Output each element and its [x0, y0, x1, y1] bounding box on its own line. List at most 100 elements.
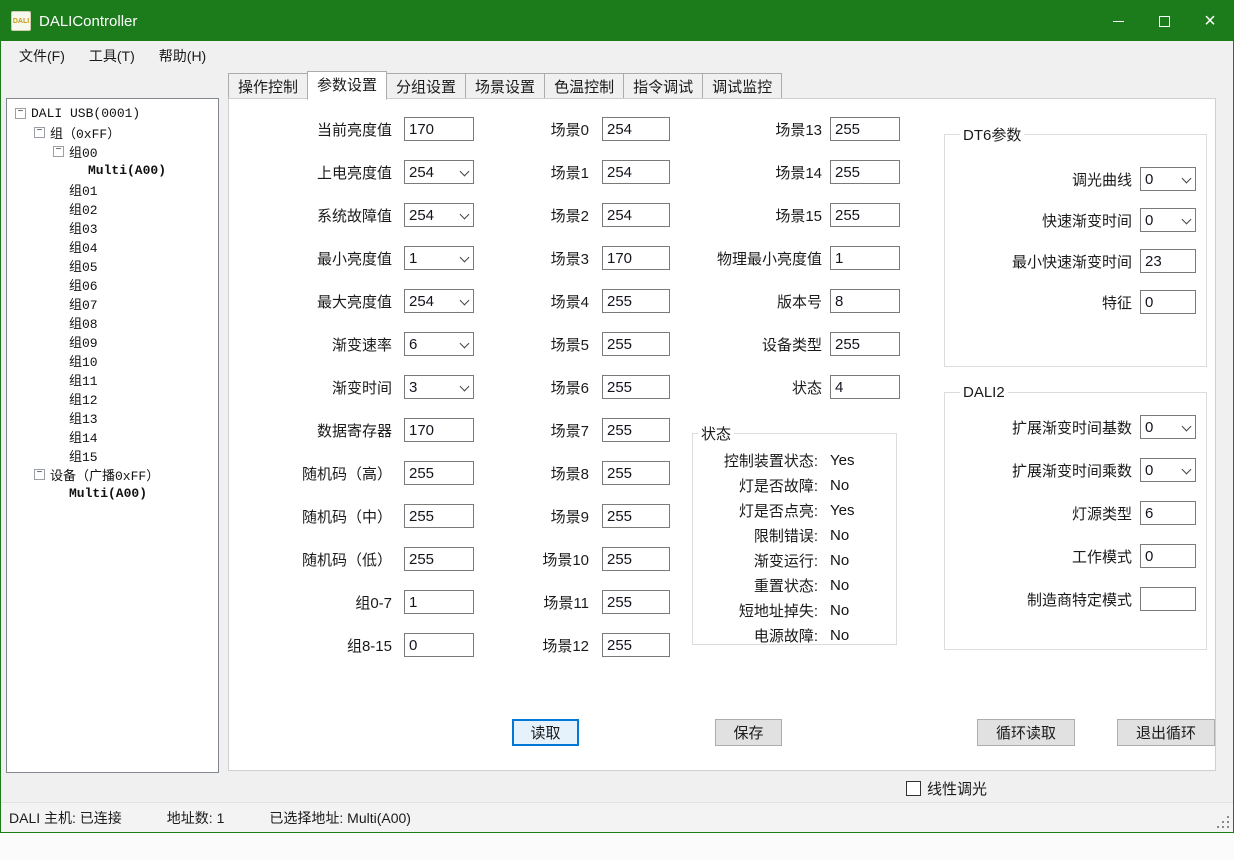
max-level-select[interactable]: 254: [404, 289, 474, 313]
save-button[interactable]: 保存: [715, 719, 782, 746]
tree-group-0xff[interactable]: 组（0xFF）: [7, 123, 218, 142]
ext-fade-time-multiplier-select[interactable]: 0: [1140, 458, 1196, 482]
min-level-select[interactable]: 1: [404, 246, 474, 270]
chevron-down-icon: [461, 254, 469, 262]
data-register-input[interactable]: 170: [404, 418, 474, 442]
window-title: DALIController: [39, 13, 137, 30]
tree-group-12[interactable]: 组12: [7, 389, 218, 408]
param-column-1: 当前亮度值 170 上电亮度值 254 系统故障值 254 最小亮度值 1 最大…: [239, 117, 474, 657]
loop-read-button[interactable]: 循环读取: [977, 719, 1075, 746]
tab-color-temp-control[interactable]: 色温控制: [544, 73, 624, 98]
scene-4-input[interactable]: 255: [602, 289, 670, 313]
tree-multi-a00[interactable]: Multi(A00): [7, 161, 218, 180]
tree-group-10[interactable]: 组10: [7, 351, 218, 370]
tree-expander-icon[interactable]: [34, 127, 45, 138]
min-fast-fade-time-input[interactable]: 23: [1140, 249, 1196, 273]
scene-12-input[interactable]: 255: [602, 633, 670, 657]
scene-1: 场景1 254: [469, 160, 670, 184]
features-input[interactable]: 0: [1140, 290, 1196, 314]
scene-6: 场景6 255: [469, 375, 670, 399]
current-level-input[interactable]: 170: [404, 117, 474, 141]
scene-15-input[interactable]: 255: [830, 203, 900, 227]
scene-8-input[interactable]: 255: [602, 461, 670, 485]
minimize-button[interactable]: [1095, 1, 1141, 41]
scene-10-input[interactable]: 255: [602, 547, 670, 571]
fade-rate-select[interactable]: 6: [404, 332, 474, 356]
tree-dali-usb[interactable]: DALI USB(0001): [7, 104, 218, 123]
physical-min-level-input[interactable]: 1: [830, 246, 900, 270]
operating-mode-input[interactable]: 0: [1140, 544, 1196, 568]
tree-expander-icon[interactable]: [53, 146, 64, 157]
tree-group-01[interactable]: 组01: [7, 180, 218, 199]
device-type-input[interactable]: 255: [830, 332, 900, 356]
tree-group-02[interactable]: 组02: [7, 199, 218, 218]
tab-command-debug[interactable]: 指令调试: [623, 73, 703, 98]
scene-7-input[interactable]: 255: [602, 418, 670, 442]
fade-time: 渐变时间 3: [239, 375, 474, 399]
scene-13-input[interactable]: 255: [830, 117, 900, 141]
light-source-type-input[interactable]: 6: [1140, 501, 1196, 525]
tree-group-00[interactable]: 组00: [7, 142, 218, 161]
menu-help[interactable]: 帮助(H): [147, 42, 218, 70]
tab-scene-settings[interactable]: 场景设置: [465, 73, 545, 98]
scene-6-input[interactable]: 255: [602, 375, 670, 399]
chevron-down-icon: [1183, 466, 1191, 474]
tab-parameter-settings[interactable]: 参数设置: [307, 71, 387, 100]
tree-group-08[interactable]: 组08: [7, 313, 218, 332]
scene-0-input[interactable]: 254: [602, 117, 670, 141]
scene-9-input[interactable]: 255: [602, 504, 670, 528]
maximize-button[interactable]: [1141, 1, 1187, 41]
manufacturer-specific-mode-input[interactable]: [1140, 587, 1196, 611]
scene-11: 场景11 255: [469, 590, 670, 614]
tab-operation-control[interactable]: 操作控制: [228, 73, 308, 98]
random-code-high-input[interactable]: 255: [404, 461, 474, 485]
tree-group-15[interactable]: 组15: [7, 446, 218, 465]
menu-file[interactable]: 文件(F): [7, 42, 77, 70]
status-value-input[interactable]: 4: [830, 375, 900, 399]
random-code-low-input[interactable]: 255: [404, 547, 474, 571]
tree-group-05[interactable]: 组05: [7, 256, 218, 275]
version-number-input[interactable]: 8: [830, 289, 900, 313]
system-failure-level-select[interactable]: 254: [404, 203, 474, 227]
tree-expander-icon[interactable]: [15, 108, 26, 119]
features: 特征 0: [955, 290, 1196, 314]
tree-group-03[interactable]: 组03: [7, 218, 218, 237]
random-code-mid-input[interactable]: 255: [404, 504, 474, 528]
chevron-down-icon: [1183, 175, 1191, 183]
close-button[interactable]: ×: [1187, 1, 1233, 41]
scene-2-input[interactable]: 254: [602, 203, 670, 227]
tree-device-broadcast[interactable]: 设备（广播0xFF）: [7, 465, 218, 484]
tree-group-11[interactable]: 组11: [7, 370, 218, 389]
min-level: 最小亮度值 1: [239, 246, 474, 270]
tree-device-multi-a00[interactable]: Multi(A00): [7, 484, 218, 503]
dimming-curve-select[interactable]: 0: [1140, 167, 1196, 191]
read-button[interactable]: 读取: [512, 719, 579, 746]
resize-grip-icon[interactable]: [1216, 815, 1229, 828]
fade-time-select[interactable]: 3: [404, 375, 474, 399]
power-on-level-select[interactable]: 254: [404, 160, 474, 184]
tree-expander-icon[interactable]: [34, 469, 45, 480]
scene-1-input[interactable]: 254: [602, 160, 670, 184]
scene-11-input[interactable]: 255: [602, 590, 670, 614]
linear-dimming-checkbox[interactable]: 线性调光: [906, 778, 987, 799]
tree-group-04[interactable]: 组04: [7, 237, 218, 256]
ext-fade-time-base-select[interactable]: 0: [1140, 415, 1196, 439]
tree-group-06[interactable]: 组06: [7, 275, 218, 294]
tree-group-09[interactable]: 组09: [7, 332, 218, 351]
tree-group-07[interactable]: 组07: [7, 294, 218, 313]
device-tree[interactable]: DALI USB(0001) 组（0xFF） 组00 Multi(A00) 组0…: [6, 98, 219, 773]
scene-3-input[interactable]: 170: [602, 246, 670, 270]
linear-dimming-label: 线性调光: [927, 778, 987, 799]
exit-loop-button[interactable]: 退出循环: [1117, 719, 1215, 746]
tab-debug-monitor[interactable]: 调试监控: [702, 73, 782, 98]
tab-group-settings[interactable]: 分组设置: [386, 73, 466, 98]
tree-group-14[interactable]: 组14: [7, 427, 218, 446]
scene-5-input[interactable]: 255: [602, 332, 670, 356]
fast-fade-time-select[interactable]: 0: [1140, 208, 1196, 232]
scene-14-input[interactable]: 255: [830, 160, 900, 184]
group-8-15-input[interactable]: 0: [404, 633, 474, 657]
tree-group-13[interactable]: 组13: [7, 408, 218, 427]
group-0-7-input[interactable]: 1: [404, 590, 474, 614]
checkbox-icon[interactable]: [906, 781, 921, 796]
menu-tools[interactable]: 工具(T): [77, 42, 147, 70]
